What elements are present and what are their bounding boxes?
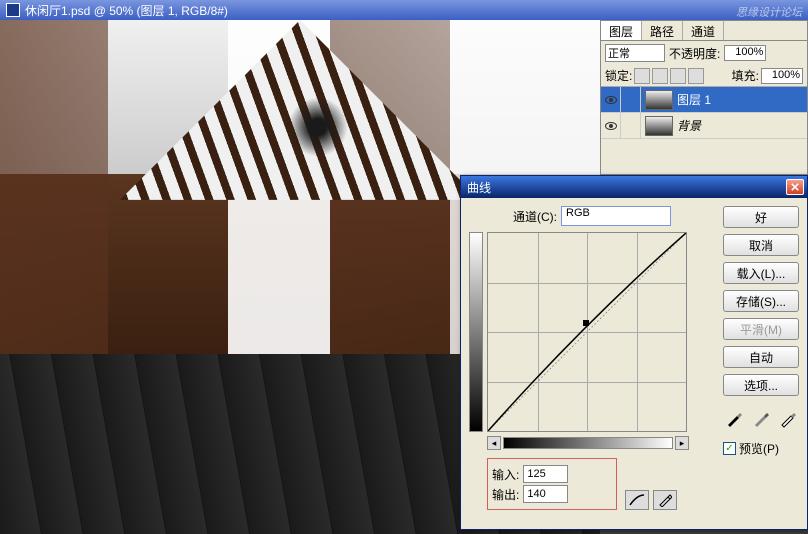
lock-transparency-icon[interactable] (634, 68, 650, 84)
eyedroppers (723, 410, 799, 428)
options-button[interactable]: 选项... (723, 374, 799, 396)
hgrad-row: ◂ ▸ (487, 436, 715, 450)
lock-label: 锁定: (605, 67, 632, 84)
preview-row: ✓ 预览(P) (723, 440, 799, 457)
channel-label: 通道(C): (513, 208, 557, 225)
ps-doc-icon (6, 3, 20, 17)
ok-button[interactable]: 好 (723, 206, 799, 228)
blend-mode-row: 正常 不透明度: 100% (601, 41, 807, 65)
visibility-toggle[interactable] (601, 87, 621, 112)
eye-icon (605, 122, 617, 130)
channel-select[interactable]: RGB (561, 206, 671, 226)
save-button[interactable]: 存储(S)... (723, 290, 799, 312)
fill-label: 填充: (732, 67, 759, 84)
layer-item[interactable]: 图层 1 (601, 87, 807, 113)
close-button[interactable] (786, 179, 804, 195)
lock-pixels-icon[interactable] (652, 68, 668, 84)
load-button[interactable]: 载入(L)... (723, 262, 799, 284)
horizontal-gradient (503, 437, 673, 449)
vertical-gradient (469, 232, 483, 432)
opacity-label: 不透明度: (669, 45, 720, 62)
layer-name[interactable]: 图层 1 (677, 91, 711, 108)
lock-all-icon[interactable] (688, 68, 704, 84)
arrow-right-icon[interactable]: ▸ (675, 436, 689, 450)
output-field[interactable] (523, 485, 568, 503)
input-label: 输入: (492, 466, 519, 483)
curves-dialog: 曲线 通道(C): RGB (460, 175, 808, 530)
layer-thumbnail[interactable] (645, 116, 673, 136)
document-title: 休闲厅1.psd @ 50% (图层 1, RGB/8#) (25, 2, 228, 19)
tab-layers[interactable]: 图层 (601, 21, 642, 40)
curve-tools (625, 490, 677, 510)
output-row: 输出: (492, 485, 612, 503)
watermark: 思缘设计论坛 (736, 4, 802, 20)
opacity-input[interactable]: 100% (724, 45, 766, 61)
chandelier (288, 97, 348, 157)
link-cell[interactable] (621, 113, 641, 138)
dialog-body: 通道(C): RGB (461, 198, 807, 518)
input-row: 输入: (492, 465, 612, 483)
eye-icon (605, 96, 617, 104)
lock-row: 锁定: 填充: 100% (601, 65, 807, 87)
cancel-button[interactable]: 取消 (723, 234, 799, 256)
smooth-button[interactable]: 平滑(M) (723, 318, 799, 340)
curve-point[interactable] (583, 320, 589, 326)
blend-mode-select[interactable]: 正常 (605, 44, 665, 62)
link-cell[interactable] (621, 87, 641, 112)
dialog-title: 曲线 (467, 179, 491, 196)
curve-pencil-tool[interactable] (653, 490, 677, 510)
auto-button[interactable]: 自动 (723, 346, 799, 368)
preview-label: 预览(P) (739, 440, 779, 457)
output-label: 输出: (492, 486, 519, 503)
panel-tabs: 图层 路径 通道 (601, 21, 807, 41)
channel-row: 通道(C): RGB (469, 206, 715, 226)
tab-paths[interactable]: 路径 (642, 21, 683, 40)
gray-point-dropper-icon[interactable] (752, 410, 770, 428)
curves-graph[interactable] (487, 232, 687, 432)
curve-point-tool[interactable] (625, 490, 649, 510)
visibility-toggle[interactable] (601, 113, 621, 138)
layers-panel: 图层 路径 通道 正常 不透明度: 100% 锁定: 填充: 100% 图层 1… (600, 20, 808, 175)
arrow-left-icon[interactable]: ◂ (487, 436, 501, 450)
layer-name[interactable]: 背景 (677, 117, 701, 134)
layer-item[interactable]: 背景 (601, 113, 807, 139)
fill-input[interactable]: 100% (761, 68, 803, 84)
document-title-bar: 休闲厅1.psd @ 50% (图层 1, RGB/8#) (0, 0, 808, 20)
layer-thumbnail[interactable] (645, 90, 673, 110)
dialog-titlebar[interactable]: 曲线 (461, 176, 807, 198)
preview-checkbox[interactable]: ✓ (723, 442, 736, 455)
black-point-dropper-icon[interactable] (725, 410, 743, 428)
curve-line (488, 233, 686, 431)
curves-left-col: 通道(C): RGB (469, 206, 715, 510)
white-point-dropper-icon[interactable] (779, 410, 797, 428)
lock-position-icon[interactable] (670, 68, 686, 84)
tab-channels[interactable]: 通道 (683, 21, 724, 40)
input-output-group: 输入: 输出: (487, 458, 617, 510)
curves-graph-wrap (469, 232, 715, 432)
curves-right-col: 好 取消 载入(L)... 存储(S)... 平滑(M) 自动 选项... ✓ … (723, 206, 799, 510)
input-field[interactable] (523, 465, 568, 483)
